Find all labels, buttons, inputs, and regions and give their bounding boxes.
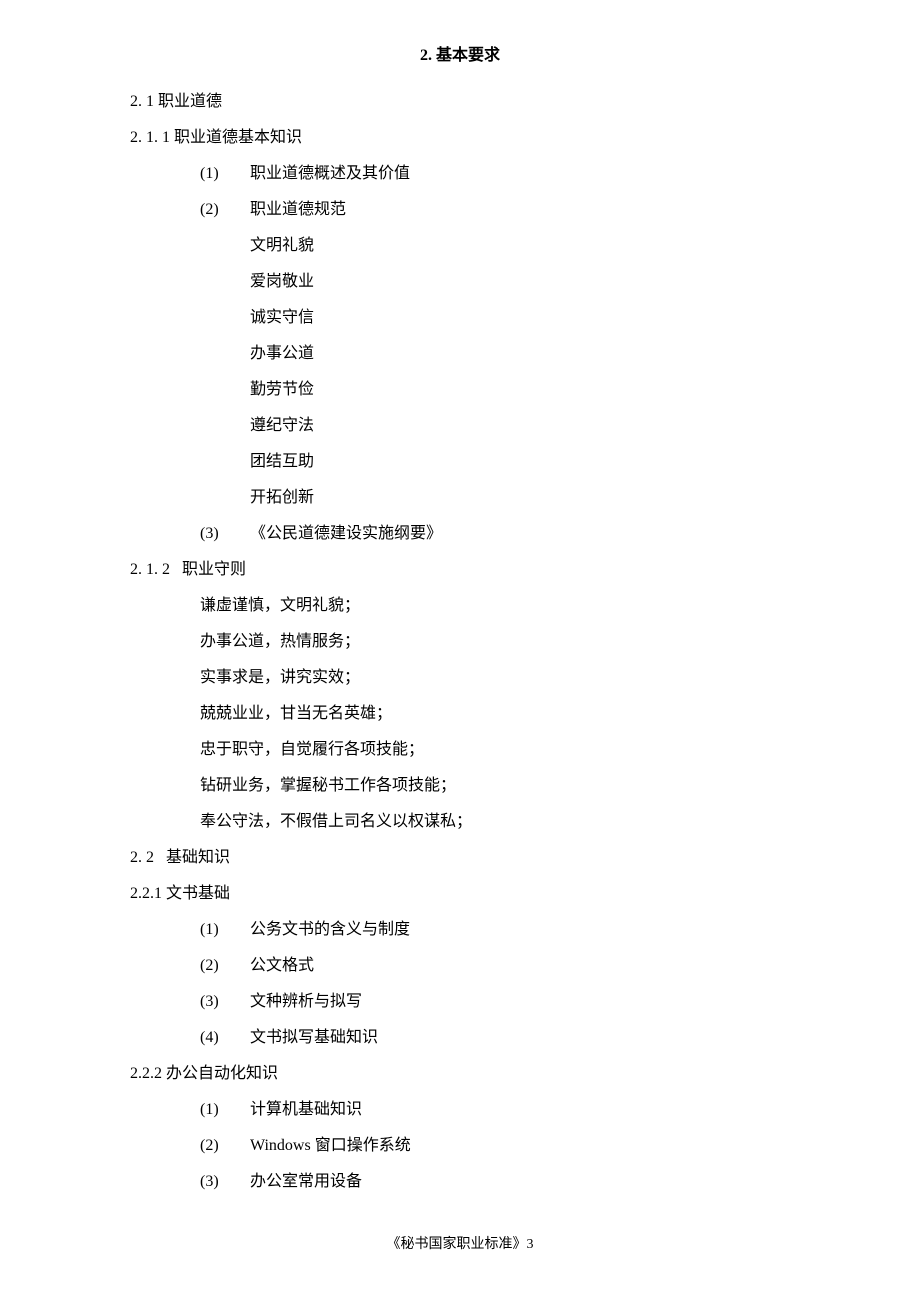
text: 2.2.2 办公自动化知识 [130, 1065, 278, 1082]
subitem: 爱岗敬业 [130, 274, 790, 290]
text: 2. 1. 1 职业道德基本知识 [130, 129, 302, 146]
subitem: 开拓创新 [130, 490, 790, 506]
item-2-1-1-3: (3) 《公民道德建设实施纲要》 [130, 526, 790, 542]
rule-item: 奉公守法，不假借上司名义以权谋私； [130, 814, 790, 830]
text: 勤劳节俭 [250, 381, 314, 398]
page-title: 2. 基本要求 [130, 48, 790, 64]
item-text: 公务文书的含义与制度 [250, 922, 410, 938]
item-number: (1) [200, 922, 250, 938]
title-text: 2. 基本要求 [420, 47, 500, 64]
item-2-1-1-2: (2) 职业道德规范 [130, 202, 790, 218]
item-number: (2) [200, 958, 250, 974]
text: 遵纪守法 [250, 417, 314, 434]
item-number: (3) [200, 1174, 250, 1190]
item-text: 《公民道德建设实施纲要》 [250, 526, 442, 542]
item-number: (3) [200, 526, 250, 542]
text: 诚实守信 [250, 309, 314, 326]
text: 忠于职守，自觉履行各项技能； [200, 741, 424, 758]
item-number: (2) [200, 1138, 250, 1154]
heading-2-2: 2. 2 基础知识 [130, 850, 790, 866]
rule-item: 谦虚谨慎，文明礼貌； [130, 598, 790, 614]
page-footer: 《秘书国家职业标准》3 [0, 1238, 920, 1252]
heading-2-1-2: 2. 1. 2 职业守则 [130, 562, 790, 578]
text: 奉公守法，不假借上司名义以权谋私； [200, 813, 472, 830]
text: 开拓创新 [250, 489, 314, 506]
subitem: 诚实守信 [130, 310, 790, 326]
subitem: 遵纪守法 [130, 418, 790, 434]
text: 钻研业务，掌握秘书工作各项技能； [200, 777, 456, 794]
item-2-2-2-1: (1)计算机基础知识 [130, 1102, 790, 1118]
item-number: (1) [200, 1102, 250, 1118]
item-text: 办公室常用设备 [250, 1174, 362, 1190]
rule-item: 兢兢业业，甘当无名英雄； [130, 706, 790, 722]
footer-text: 《秘书国家职业标准》3 [387, 1237, 534, 1252]
text: 办事公道，热情服务； [200, 633, 360, 650]
item-text: 文书拟写基础知识 [250, 1030, 378, 1046]
subitem: 文明礼貌 [130, 238, 790, 254]
item-text: 职业道德规范 [250, 202, 346, 218]
text: 爱岗敬业 [250, 273, 314, 290]
subitem: 团结互助 [130, 454, 790, 470]
item-2-2-1-3: (3)文种辨析与拟写 [130, 994, 790, 1010]
heading-2-2-1: 2.2.1 文书基础 [130, 886, 790, 902]
text: 办事公道 [250, 345, 314, 362]
item-2-2-2-2: (2)Windows 窗口操作系统 [130, 1138, 790, 1154]
text: 2.2.1 文书基础 [130, 885, 230, 902]
item-number: (3) [200, 994, 250, 1010]
heading-2-1: 2. 1 职业道德 [130, 94, 790, 110]
item-2-1-1-1: (1) 职业道德概述及其价值 [130, 166, 790, 182]
item-number: (2) [200, 202, 250, 218]
item-2-2-1-4: (4)文书拟写基础知识 [130, 1030, 790, 1046]
item-text: 计算机基础知识 [250, 1102, 362, 1118]
subitem: 勤劳节俭 [130, 382, 790, 398]
item-text: Windows 窗口操作系统 [250, 1138, 411, 1154]
item-2-2-2-3: (3)办公室常用设备 [130, 1174, 790, 1190]
text: 2. 2 基础知识 [130, 849, 230, 866]
item-text: 文种辨析与拟写 [250, 994, 362, 1010]
text: 实事求是，讲究实效； [200, 669, 360, 686]
item-2-2-1-1: (1)公务文书的含义与制度 [130, 922, 790, 938]
rule-item: 钻研业务，掌握秘书工作各项技能； [130, 778, 790, 794]
subitem: 办事公道 [130, 346, 790, 362]
text: 谦虚谨慎，文明礼貌； [200, 597, 360, 614]
rule-item: 实事求是，讲究实效； [130, 670, 790, 686]
rule-item: 忠于职守，自觉履行各项技能； [130, 742, 790, 758]
text: 文明礼貌 [250, 237, 314, 254]
item-number: (4) [200, 1030, 250, 1046]
item-number: (1) [200, 166, 250, 182]
item-2-2-1-2: (2)公文格式 [130, 958, 790, 974]
heading-2-2-2: 2.2.2 办公自动化知识 [130, 1066, 790, 1082]
heading-2-1-1: 2. 1. 1 职业道德基本知识 [130, 130, 790, 146]
text: 2. 1 职业道德 [130, 93, 222, 110]
item-text: 职业道德概述及其价值 [250, 166, 410, 182]
text: 2. 1. 2 职业守则 [130, 561, 246, 578]
rule-item: 办事公道，热情服务； [130, 634, 790, 650]
text: 团结互助 [250, 453, 314, 470]
item-text: 公文格式 [250, 958, 314, 974]
text: 兢兢业业，甘当无名英雄； [200, 705, 392, 722]
